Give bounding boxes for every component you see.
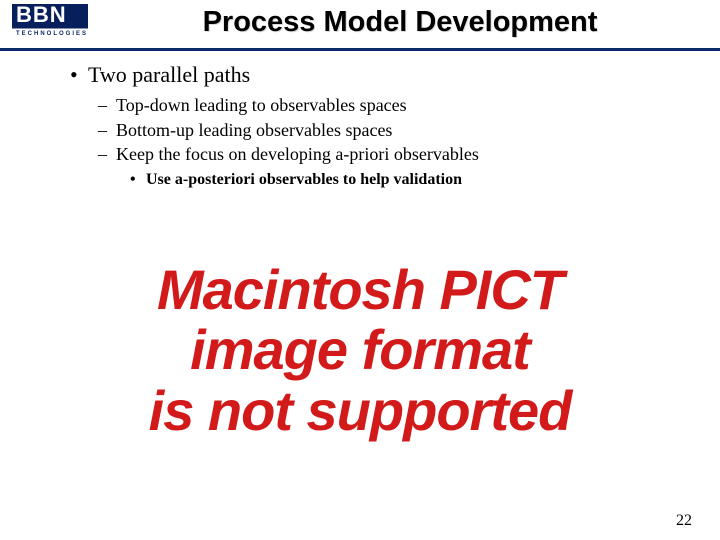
body-content: Two parallel paths Top-down leading to o… (70, 62, 680, 190)
bullet-level-1: Two parallel paths (70, 62, 680, 88)
logo-subtitle: TECHNOLOGIES (16, 31, 88, 37)
logo-name: BBN (16, 2, 67, 28)
error-line-2: image format (0, 320, 720, 380)
error-line-1: Macintosh PICT (0, 260, 720, 320)
sub-sub-bullets: Use a-posteriori observables to help val… (130, 170, 680, 191)
bullet-level-2: Bottom-up leading observables spaces (98, 119, 680, 142)
error-line-3: is not supported (0, 381, 720, 441)
bullet-level-2: Top-down leading to observables spaces (98, 94, 680, 117)
bullet-level-2: Keep the focus on developing a-priori ob… (98, 143, 680, 166)
sub-bullets: Top-down leading to observables spaces B… (98, 94, 680, 190)
logo-box: BBN TECHNOLOGIES (12, 4, 88, 46)
logo: BBN TECHNOLOGIES (12, 4, 88, 46)
page-title: Process Model Development (100, 6, 700, 39)
slide: BBN TECHNOLOGIES Process Model Developme… (0, 0, 720, 540)
page-number: 22 (676, 512, 692, 530)
unsupported-image-text: Macintosh PICT image format is not suppo… (0, 260, 720, 441)
header-divider (0, 48, 720, 51)
bullet-level-3: Use a-posteriori observables to help val… (130, 170, 680, 191)
